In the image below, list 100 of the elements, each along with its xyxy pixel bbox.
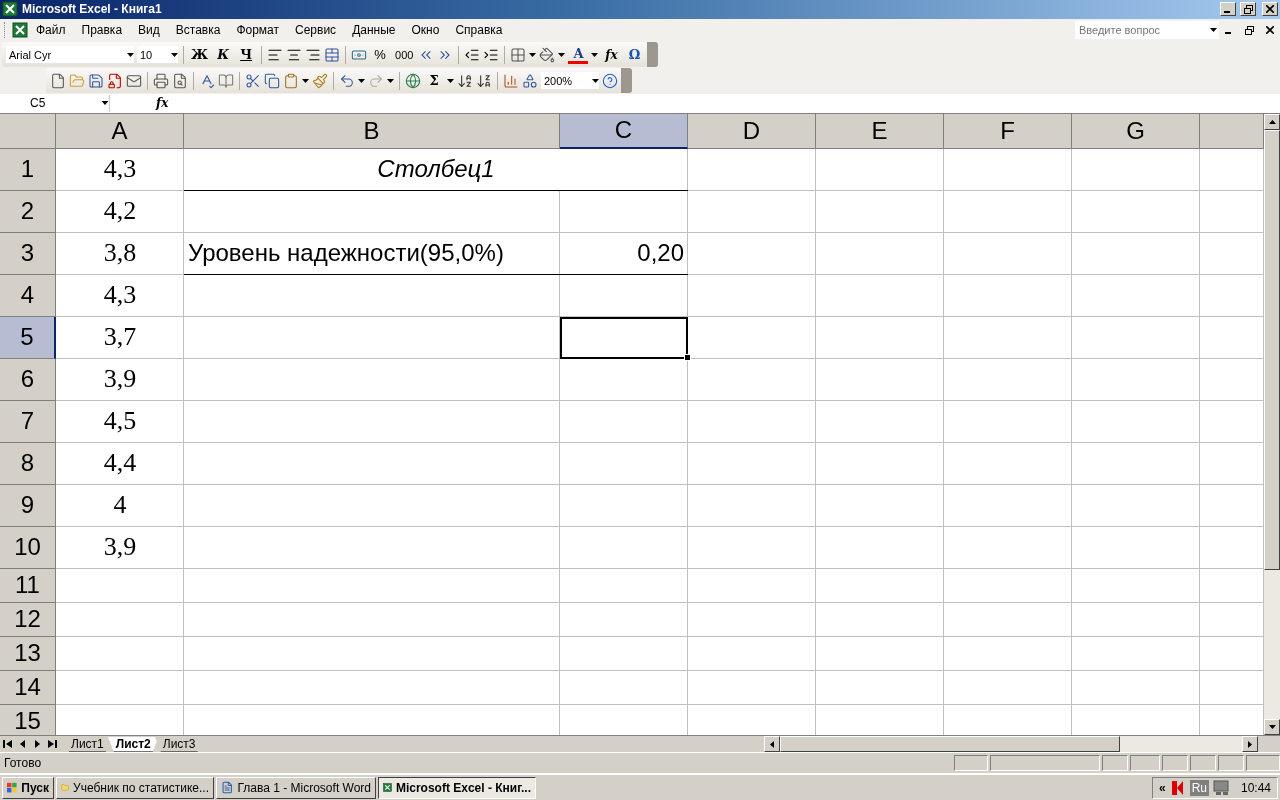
menu-item[interactable]: Правка: [73, 21, 131, 40]
previous-sheet-icon[interactable]: [19, 740, 27, 749]
zoom-field[interactable]: 200%: [541, 72, 599, 90]
row-header[interactable]: 12: [0, 602, 56, 637]
column-header[interactable]: A: [56, 113, 184, 149]
taskbar-button[interactable]: Microsoft Excel - Книг...: [378, 776, 536, 799]
format-painter-icon[interactable]: [312, 72, 328, 89]
row-header[interactable]: 2: [0, 190, 56, 233]
thousands-button[interactable]: 000: [393, 43, 416, 66]
scrollbar-thumb[interactable]: [1264, 129, 1280, 570]
row-header[interactable]: 15: [0, 704, 56, 736]
underline-button[interactable]: Ч: [236, 43, 257, 66]
row-header[interactable]: 3: [0, 232, 56, 275]
help-search-field[interactable]: Введите вопрос: [1075, 21, 1219, 40]
chart-icon[interactable]: [503, 72, 519, 89]
cut-icon[interactable]: [245, 72, 261, 89]
minimize-button[interactable]: [1220, 2, 1236, 17]
scroll-left-button[interactable]: [764, 736, 780, 753]
menu-item[interactable]: Формат: [228, 21, 288, 40]
table-cell: 4,5: [103, 406, 137, 437]
last-sheet-icon[interactable]: [47, 740, 57, 749]
row-header[interactable]: 4: [0, 274, 56, 317]
fill-handle[interactable]: [684, 353, 691, 361]
scroll-down-button[interactable]: [1264, 719, 1280, 736]
name-box[interactable]: C5: [0, 94, 110, 112]
column-header[interactable]: B: [184, 113, 560, 149]
start-button[interactable]: Пуск: [2, 776, 54, 799]
menu-item[interactable]: Файл: [28, 21, 74, 40]
insert-function-button[interactable]: fx: [601, 43, 622, 66]
column-header[interactable]: E: [816, 113, 944, 149]
column-header[interactable]: C: [560, 113, 688, 149]
research-icon[interactable]: [218, 72, 234, 89]
print-icon[interactable]: [153, 72, 169, 89]
row-header[interactable]: 13: [0, 636, 56, 671]
hyperlink-icon[interactable]: [405, 72, 421, 89]
print-preview-icon[interactable]: [172, 72, 188, 89]
row-header[interactable]: 7: [0, 400, 56, 443]
column-header[interactable]: D: [688, 113, 816, 149]
restore-icon[interactable]: [1245, 25, 1254, 35]
drawing-icon[interactable]: [522, 72, 538, 89]
spelling-icon[interactable]: [199, 72, 215, 89]
taskbar-button[interactable]: Учебник по статистике...: [56, 776, 214, 799]
menu-item[interactable]: Данные: [344, 21, 404, 40]
right-arrow-icon: [1248, 740, 1252, 748]
caret-icon: [447, 78, 454, 83]
row-header[interactable]: 9: [0, 484, 56, 527]
font-size-field[interactable]: 10: [137, 46, 178, 64]
caret-icon: [558, 52, 566, 57]
taskbar-button[interactable]: Глава 1 - Microsoft Word: [216, 776, 376, 799]
fill-color-icon[interactable]: [539, 46, 556, 63]
merge-cells-icon[interactable]: [324, 46, 341, 63]
next-sheet-icon[interactable]: [33, 740, 41, 749]
table-cell: 3,9: [103, 364, 137, 395]
permission-icon[interactable]: [107, 72, 123, 89]
row-header[interactable]: 8: [0, 442, 56, 485]
row-header[interactable]: 11: [0, 568, 56, 603]
row-header[interactable]: 5: [0, 316, 56, 359]
symbol-button[interactable]: Ω: [624, 43, 645, 66]
sort-ascending-icon[interactable]: [457, 72, 473, 89]
column-header[interactable]: G: [1072, 113, 1200, 149]
copy-icon[interactable]: [264, 72, 280, 89]
font-color-button[interactable]: A: [568, 45, 589, 64]
bold-button[interactable]: Ж: [189, 43, 211, 66]
table-cell: 4,3: [103, 154, 137, 185]
font-field[interactable]: Arial Cyr: [6, 46, 134, 64]
menu-item[interactable]: Вид: [130, 21, 168, 40]
scroll-right-button[interactable]: [1242, 736, 1258, 753]
email-icon[interactable]: [126, 72, 142, 89]
save-icon[interactable]: [88, 72, 104, 89]
restore-button[interactable]: [1240, 2, 1256, 17]
autosum-button[interactable]: Σ: [424, 69, 444, 92]
menu-item[interactable]: Сервис: [287, 21, 345, 40]
row-header[interactable]: 10: [0, 526, 56, 569]
row-header[interactable]: 6: [0, 358, 56, 401]
menu-item[interactable]: Окно: [403, 21, 448, 40]
menu-item[interactable]: Вставка: [167, 21, 229, 40]
close-button[interactable]: [1262, 2, 1278, 17]
antivirus-icon[interactable]: [1169, 779, 1186, 796]
show-hidden-icons-button[interactable]: «: [1158, 780, 1166, 795]
caret-icon: [302, 78, 309, 83]
paste-icon[interactable]: [283, 72, 299, 89]
percent-button[interactable]: %: [370, 43, 391, 66]
help-icon[interactable]: [602, 72, 618, 89]
row-header[interactable]: 14: [0, 670, 56, 705]
network-icon[interactable]: [1212, 779, 1231, 796]
first-sheet-icon[interactable]: [3, 740, 13, 749]
column-header[interactable]: F: [944, 113, 1072, 149]
row-header[interactable]: 1: [0, 148, 56, 191]
new-document-icon[interactable]: [50, 72, 66, 89]
select-all-corner[interactable]: [0, 113, 56, 149]
undo-icon[interactable]: [339, 72, 355, 89]
sort-descending-icon[interactable]: [476, 72, 492, 89]
language-indicator[interactable]: Ru: [1189, 779, 1209, 796]
sheet-tab[interactable]: Лист2: [107, 736, 159, 752]
left-arrow-icon: [770, 740, 774, 748]
italic-button[interactable]: К: [213, 43, 234, 66]
scrollbar-thumb[interactable]: [780, 736, 1120, 753]
borders-icon[interactable]: [510, 46, 527, 63]
menu-item[interactable]: Справка: [447, 21, 511, 40]
close-icon[interactable]: [1266, 26, 1274, 35]
